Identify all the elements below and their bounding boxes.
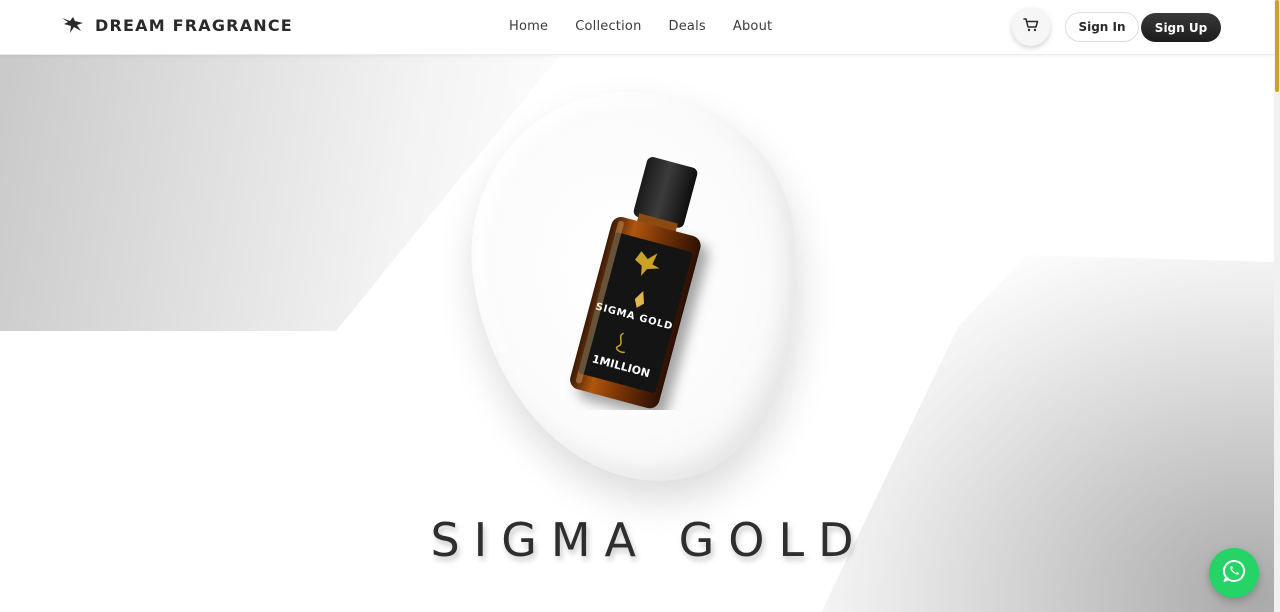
whatsapp-chat-button[interactable]	[1209, 548, 1259, 598]
sign-in-button[interactable]: Sign In	[1065, 12, 1139, 42]
main-nav: Home Collection Deals About	[509, 19, 799, 34]
product-title: SIGMA GOLD	[430, 513, 868, 567]
nav-item-home[interactable]: Home	[509, 19, 548, 34]
eagle-logo-icon	[61, 14, 85, 36]
nav-item-about[interactable]: About	[733, 19, 772, 34]
cart-icon	[1023, 17, 1039, 38]
page-scrollbar[interactable]	[1274, 0, 1280, 612]
nav-item-collection[interactable]: Collection	[575, 19, 641, 34]
scrollbar-thumb[interactable]	[1275, 0, 1279, 92]
whatsapp-icon	[1221, 558, 1247, 589]
cart-button[interactable]	[1012, 8, 1050, 46]
brand[interactable]: DREAM FRAGRANCE	[61, 14, 293, 36]
hero-section: SIGMA GOLD 1MILLION SIGMA GOLD	[0, 55, 1274, 612]
brand-name: DREAM FRAGRANCE	[95, 15, 293, 35]
site-header: DREAM FRAGRANCE Home Collection Deals Ab…	[0, 0, 1274, 55]
sign-up-button[interactable]: Sign Up	[1141, 13, 1221, 42]
nav-item-deals[interactable]: Deals	[669, 19, 706, 34]
page: DREAM FRAGRANCE Home Collection Deals Ab…	[0, 0, 1280, 612]
product-image[interactable]: SIGMA GOLD 1MILLION	[546, 150, 736, 419]
perfume-bottle: SIGMA GOLD 1MILLION	[570, 157, 709, 419]
